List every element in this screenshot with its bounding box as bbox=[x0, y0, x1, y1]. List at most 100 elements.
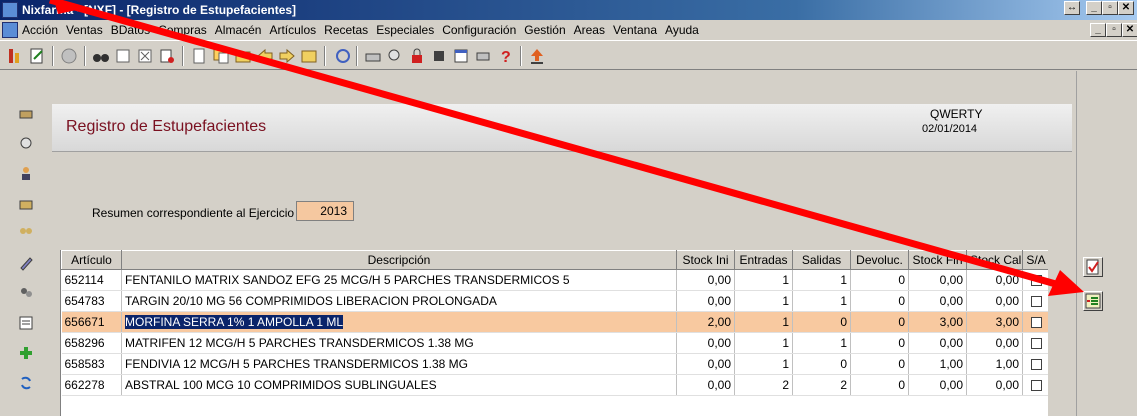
toolbar-separator bbox=[324, 46, 326, 66]
pen-icon[interactable] bbox=[18, 255, 34, 271]
child-restore-button[interactable]: ▫ bbox=[1106, 23, 1122, 37]
copy-icon[interactable] bbox=[212, 47, 230, 65]
menu-item[interactable]: Gestión bbox=[524, 23, 565, 37]
menu-item[interactable]: Ventana bbox=[613, 23, 657, 37]
menu-item[interactable]: Ayuda bbox=[665, 23, 699, 37]
description-text: FENDIVIA 12 MCG/H 5 PARCHES TRANSDERMICO… bbox=[125, 357, 468, 371]
menu-item[interactable]: Recetas bbox=[324, 23, 368, 37]
cell-descripcion: MATRIFEN 12 MCG/H 5 PARCHES TRANSDERMICO… bbox=[121, 332, 677, 354]
cell-devoluc: 0 bbox=[850, 269, 909, 291]
column-header[interactable]: S/A bbox=[1022, 250, 1048, 270]
edit-document-icon[interactable] bbox=[28, 47, 46, 65]
filter-icon[interactable] bbox=[158, 47, 176, 65]
year-field[interactable]: 2013 bbox=[296, 201, 354, 221]
add-icon[interactable] bbox=[18, 345, 34, 361]
table-row[interactable]: 658296 MATRIFEN 12 MCG/H 5 PARCHES TRANSD… bbox=[61, 332, 1048, 354]
print-icon[interactable] bbox=[364, 47, 382, 65]
description-text: TARGIN 20/10 MG 56 COMPRIMIDOS LIBERACIO… bbox=[125, 294, 497, 308]
menu-item[interactable]: Compras bbox=[158, 23, 207, 37]
restore-button[interactable]: ▫ bbox=[1102, 1, 1118, 15]
sa-checkbox[interactable] bbox=[1030, 317, 1042, 329]
cell-stock_ini: 0,00 bbox=[676, 290, 735, 312]
close-button[interactable]: ✕ bbox=[1118, 1, 1134, 15]
menu-item[interactable]: Acción bbox=[22, 23, 58, 37]
menu-item[interactable]: Ventas bbox=[66, 23, 103, 37]
cell-stock_ini: 0,00 bbox=[676, 353, 735, 375]
menu-item[interactable]: Especiales bbox=[376, 23, 434, 37]
cell-descripcion: ABSTRAL 100 MCG 10 COMPRIMIDOS SUBLINGUA… bbox=[121, 374, 677, 396]
basket-icon[interactable] bbox=[18, 195, 34, 211]
column-header[interactable]: Stock Ini bbox=[676, 250, 735, 270]
cart-icon[interactable] bbox=[474, 47, 492, 65]
column-header[interactable]: Devoluc. bbox=[850, 250, 909, 270]
printer-icon[interactable] bbox=[18, 105, 34, 121]
cell-stock_fin: 0,00 bbox=[908, 290, 967, 312]
column-header[interactable]: Entradas bbox=[734, 250, 793, 270]
cell-descripcion: TARGIN 20/10 MG 56 COMPRIMIDOS LIBERACIO… bbox=[121, 290, 677, 312]
child-close-button[interactable]: ✕ bbox=[1122, 23, 1137, 37]
arrow-left-icon[interactable] bbox=[256, 47, 274, 65]
description-text: MORFINA SERRA 1% 1 AMPOLLA 1 ML bbox=[125, 315, 344, 329]
description-text: ABSTRAL 100 MCG 10 COMPRIMIDOS SUBLINGUA… bbox=[125, 378, 437, 392]
person-icon[interactable] bbox=[18, 165, 34, 181]
export-icon[interactable] bbox=[300, 47, 318, 65]
arrow-right-icon[interactable] bbox=[278, 47, 296, 65]
column-header[interactable]: Salidas bbox=[792, 250, 851, 270]
preview-icon[interactable] bbox=[386, 47, 404, 65]
table-row[interactable]: 652114 FENTANILO MATRIX SANDOZ EFG 25 MCG… bbox=[61, 269, 1048, 291]
cell-entradas: 1 bbox=[734, 332, 793, 354]
list-icon[interactable] bbox=[18, 315, 34, 331]
column-header[interactable]: Stock Cal bbox=[966, 250, 1023, 270]
table-row[interactable]: 662278 ABSTRAL 100 MCG 10 COMPRIMIDOS SUB… bbox=[61, 374, 1048, 396]
eye-icon[interactable] bbox=[18, 135, 34, 151]
column-header[interactable]: Descripción bbox=[121, 250, 677, 270]
form-icon[interactable] bbox=[114, 47, 132, 65]
sa-checkbox[interactable] bbox=[1030, 275, 1042, 287]
cell-salidas: 0 bbox=[792, 311, 851, 333]
menu-item[interactable]: BDatos bbox=[111, 23, 150, 37]
svg-text:?: ? bbox=[501, 49, 511, 65]
menu-item[interactable]: Artículos bbox=[269, 23, 316, 37]
column-header[interactable]: Artículo bbox=[61, 250, 122, 270]
validate-button[interactable] bbox=[1083, 257, 1103, 277]
menu-item[interactable]: Configuración bbox=[442, 23, 516, 37]
group-icon[interactable] bbox=[18, 225, 34, 241]
cell-stock_fin: 1,00 bbox=[908, 353, 967, 375]
cell-stock_cal: 0,00 bbox=[966, 269, 1023, 291]
resize-icon[interactable]: ↔ bbox=[1064, 1, 1080, 15]
table-row[interactable]: 654783 TARGIN 20/10 MG 56 COMPRIMIDOS LIB… bbox=[61, 290, 1048, 312]
sa-checkbox[interactable] bbox=[1030, 338, 1042, 350]
lock-icon[interactable] bbox=[408, 47, 426, 65]
toolbar-separator bbox=[520, 46, 522, 66]
upload-icon[interactable] bbox=[528, 47, 546, 65]
column-header[interactable]: Stock Fin bbox=[908, 250, 967, 270]
cell-salidas: 1 bbox=[792, 269, 851, 291]
child-minimize-button[interactable]: _ bbox=[1090, 23, 1106, 37]
calendar-icon[interactable] bbox=[452, 47, 470, 65]
binoculars-icon[interactable] bbox=[92, 47, 110, 65]
stop-icon[interactable] bbox=[430, 47, 448, 65]
insert-row-icon[interactable] bbox=[190, 47, 208, 65]
disc-icon[interactable] bbox=[60, 47, 78, 65]
cell-sa bbox=[1022, 269, 1048, 291]
list-detail-button[interactable] bbox=[1083, 291, 1103, 311]
sa-checkbox[interactable] bbox=[1030, 380, 1042, 392]
report-icon[interactable] bbox=[6, 47, 24, 65]
menu-item[interactable]: Almacén bbox=[215, 23, 262, 37]
document-icon[interactable] bbox=[2, 22, 18, 38]
minimize-button[interactable]: _ bbox=[1086, 1, 1102, 15]
sa-checkbox[interactable] bbox=[1030, 359, 1042, 371]
cell-entradas: 1 bbox=[734, 353, 793, 375]
table-row[interactable]: 658583 FENDIVIA 12 MCG/H 5 PARCHES TRANSD… bbox=[61, 353, 1048, 375]
cell-entradas: 2 bbox=[734, 374, 793, 396]
open-icon[interactable] bbox=[234, 47, 252, 65]
cancel-form-icon[interactable] bbox=[136, 47, 154, 65]
menu-item[interactable]: Areas bbox=[574, 23, 605, 37]
refresh-icon[interactable] bbox=[334, 47, 352, 65]
resumen-label: Resumen correspondiente al Ejercicio bbox=[92, 206, 295, 220]
users-icon[interactable] bbox=[18, 285, 34, 301]
sync-icon[interactable] bbox=[18, 375, 34, 391]
help-icon[interactable]: ? bbox=[496, 47, 514, 65]
table-row[interactable]: 656671 MORFINA SERRA 1% 1 AMPOLLA 1 ML 2,0… bbox=[61, 311, 1048, 333]
sa-checkbox[interactable] bbox=[1030, 296, 1042, 308]
